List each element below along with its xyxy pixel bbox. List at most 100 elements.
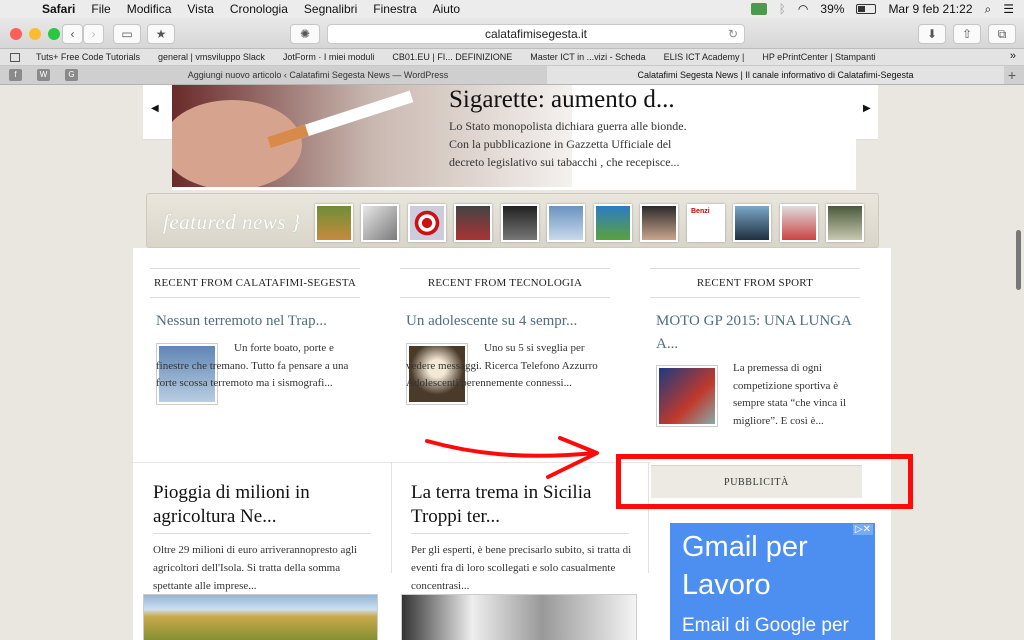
column-article-image[interactable]: [656, 365, 718, 427]
bluetooth-icon[interactable]: ᛒ: [779, 2, 786, 16]
share-button[interactable]: ⇧: [953, 24, 981, 44]
bookmark-item[interactable]: CB01.EU | FI... DEFINIZIONE: [392, 52, 512, 62]
menu-app[interactable]: Safari: [42, 2, 75, 16]
article-title[interactable]: Pioggia di milioni in agricoltura Ne...: [153, 481, 373, 529]
bookmark-item[interactable]: Master ICT in ...vizi - Scheda: [530, 52, 645, 62]
article-title[interactable]: La terra trema in Sicilia Troppi ter...: [411, 481, 631, 529]
column-header: RECENT FROM CALATAFIMI-SEGESTA: [150, 268, 360, 298]
bookmarks-overflow-icon[interactable]: »: [1010, 50, 1016, 62]
tab-label: Aggiungi nuovo articolo ‹ Calatafimi Seg…: [187, 70, 449, 80]
featured-thumb[interactable]: [733, 204, 771, 242]
address-bar[interactable]: calatafimisegesta.it ↻: [327, 24, 745, 44]
section-divider: [133, 462, 651, 463]
extension-icon: ✺: [299, 27, 311, 41]
ad-text-line: Lavoro: [682, 569, 771, 601]
featured-thumb[interactable]: [640, 204, 678, 242]
chevron-right-icon: ›: [91, 27, 96, 41]
menu-file[interactable]: File: [91, 2, 110, 16]
article-image[interactable]: [401, 594, 637, 640]
new-tab-icon[interactable]: +: [1008, 67, 1016, 83]
battery-icon[interactable]: [856, 4, 877, 14]
ad-text-line: Email di Google per: [682, 615, 849, 636]
slide-title[interactable]: Sigarette: aumento d...: [449, 86, 675, 114]
column-header: RECENT FROM TECNOLOGIA: [400, 268, 610, 298]
tabs-overview-button[interactable]: ⧉: [988, 24, 1016, 44]
pinned-tab-wordpress[interactable]: W: [37, 69, 50, 81]
tab-label: Calatafimi Segesta News | Il canale info…: [637, 70, 914, 80]
menu-cronologia[interactable]: Cronologia: [230, 2, 288, 16]
featured-thumb[interactable]: [454, 204, 492, 242]
featured-news-label: featured news }: [163, 210, 301, 234]
menu-segnalibri[interactable]: Segnalibri: [304, 2, 357, 16]
downloads-button[interactable]: ⬇: [918, 24, 946, 44]
chevron-left-icon: ‹: [70, 27, 75, 41]
image-fill: [659, 368, 715, 424]
column-article-excerpt: La premessa di ogni competizione sportiv…: [733, 362, 847, 427]
ad-close-icon[interactable]: ▷✕: [852, 524, 873, 535]
slider-next-icon[interactable]: ▶: [863, 103, 871, 114]
tab-wordpress[interactable]: Aggiungi nuovo articolo ‹ Calatafimi Seg…: [90, 66, 546, 84]
bookmark-item[interactable]: Tuts+ Free Code Tutorials: [36, 52, 140, 62]
spotlight-search-icon[interactable]: ⌕: [985, 2, 992, 17]
featured-thumb[interactable]: [780, 204, 818, 242]
bookmark-item[interactable]: JotForm · I miei moduli: [283, 52, 375, 62]
column-article-title[interactable]: Un adolescente su 4 sempr...: [406, 310, 611, 333]
menu-modifica[interactable]: Modifica: [127, 2, 172, 16]
featured-thumb[interactable]: [361, 204, 399, 242]
close-window-button[interactable]: [10, 28, 22, 40]
top-sites-button[interactable]: ★: [147, 24, 175, 44]
app-status-icon[interactable]: [750, 3, 767, 15]
url-text: calatafimisegesta.it: [484, 27, 588, 41]
share-icon: ⇧: [961, 27, 973, 41]
featured-news-bar: featured news } Benzi: [146, 193, 879, 248]
menu-aiuto[interactable]: Aiuto: [433, 2, 460, 16]
bookmarks-grid-icon[interactable]: [10, 53, 20, 62]
zoom-window-button[interactable]: [48, 28, 60, 40]
browser-toolbar: ‹ › ▭ ★ ✺ calatafimisegesta.it ↻ ⬇ ⇧ ⧉: [0, 18, 1024, 49]
page-scrollbar[interactable]: [1016, 230, 1021, 290]
featured-thumb[interactable]: [547, 204, 585, 242]
featured-thumb[interactable]: [826, 204, 864, 242]
ad-text-line: Gmail per: [682, 531, 808, 563]
article-separator: [411, 533, 629, 534]
back-button[interactable]: ‹: [62, 24, 83, 44]
highlight-box: [616, 454, 913, 509]
column-article-title[interactable]: MOTO GP 2015: UNA LUNGA A...: [656, 310, 861, 356]
minimize-window-button[interactable]: [29, 28, 41, 40]
gmail-ad[interactable]: ▷✕ Gmail per Lavoro Email di Google per: [670, 523, 875, 640]
reload-icon[interactable]: ↻: [728, 27, 738, 41]
featured-thumb[interactable]: [315, 204, 353, 242]
featured-thumb[interactable]: Benzi: [687, 204, 725, 242]
bookmark-item[interactable]: HP ePrintCenter | Stampanti: [762, 52, 875, 62]
tab-calatafimi[interactable]: Calatafimi Segesta News | Il canale info…: [547, 66, 1004, 84]
window-controls: [10, 28, 60, 40]
featured-thumb[interactable]: [408, 204, 446, 242]
slide-excerpt: Lo Stato monopolista dichiara guerra all…: [449, 119, 687, 169]
menu-vista[interactable]: Vista: [187, 2, 213, 16]
pinned-tab-facebook[interactable]: f: [9, 69, 22, 81]
article-excerpt: Per gli esperti, è bene precisarlo subit…: [411, 544, 632, 592]
column-article-title[interactable]: Nessun terremoto nel Trap...: [156, 310, 361, 333]
macos-menubar: Safari File Modifica Vista Cronologia Se…: [0, 0, 1024, 18]
sidebar-toggle-button[interactable]: ▭: [113, 24, 141, 44]
pinned-tab-google[interactable]: G: [65, 69, 78, 81]
forward-button[interactable]: ›: [83, 24, 104, 44]
menu-finestra[interactable]: Finestra: [373, 2, 416, 16]
article-image[interactable]: [143, 594, 378, 640]
bookmark-item[interactable]: ELIS ICT Academy |: [664, 52, 745, 62]
column-article-excerpt: Uno su 5 si sveglia per vedere messaggi.…: [406, 342, 598, 389]
slider-prev-icon[interactable]: ◀: [151, 103, 159, 114]
wifi-icon[interactable]: ◠: [798, 2, 808, 16]
featured-thumb[interactable]: [594, 204, 632, 242]
tab-bar: f W G Aggiungi nuovo articolo ‹ Calatafi…: [0, 66, 1024, 85]
bookmark-item[interactable]: general | vmsviluppo Slack: [158, 52, 265, 62]
notification-center-icon[interactable]: ☰: [1003, 2, 1014, 16]
download-icon: ⬇: [926, 27, 938, 41]
extension-button[interactable]: ✺: [290, 24, 320, 44]
star-icon: ★: [155, 27, 167, 41]
tabs-icon: ⧉: [997, 26, 1007, 41]
article-separator: [153, 533, 371, 534]
web-page: ◀ ▶ Sigarette: aumento d... Lo Stato mon…: [0, 85, 1024, 640]
clock[interactable]: Mar 9 feb 21:22: [888, 2, 972, 16]
featured-thumb[interactable]: [501, 204, 539, 242]
